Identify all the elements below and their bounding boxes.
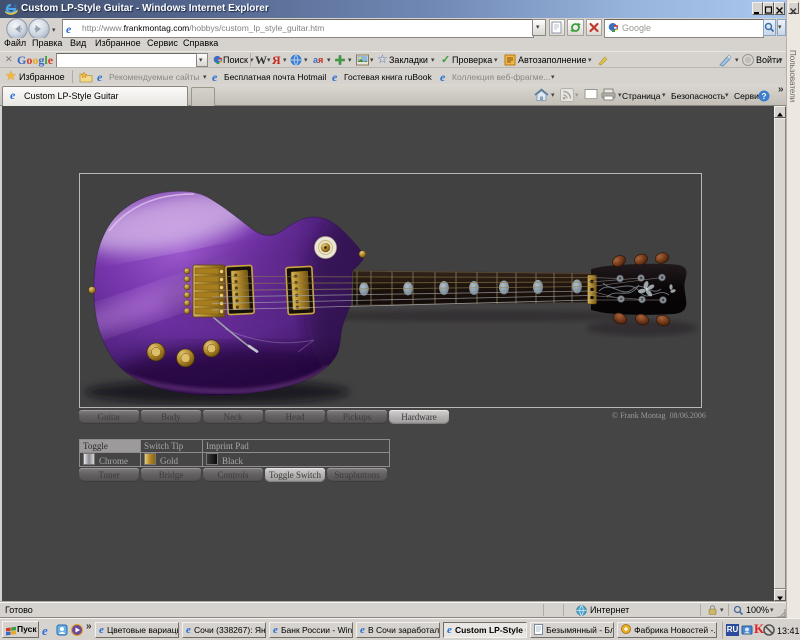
svg-text:?: ? bbox=[761, 91, 766, 101]
